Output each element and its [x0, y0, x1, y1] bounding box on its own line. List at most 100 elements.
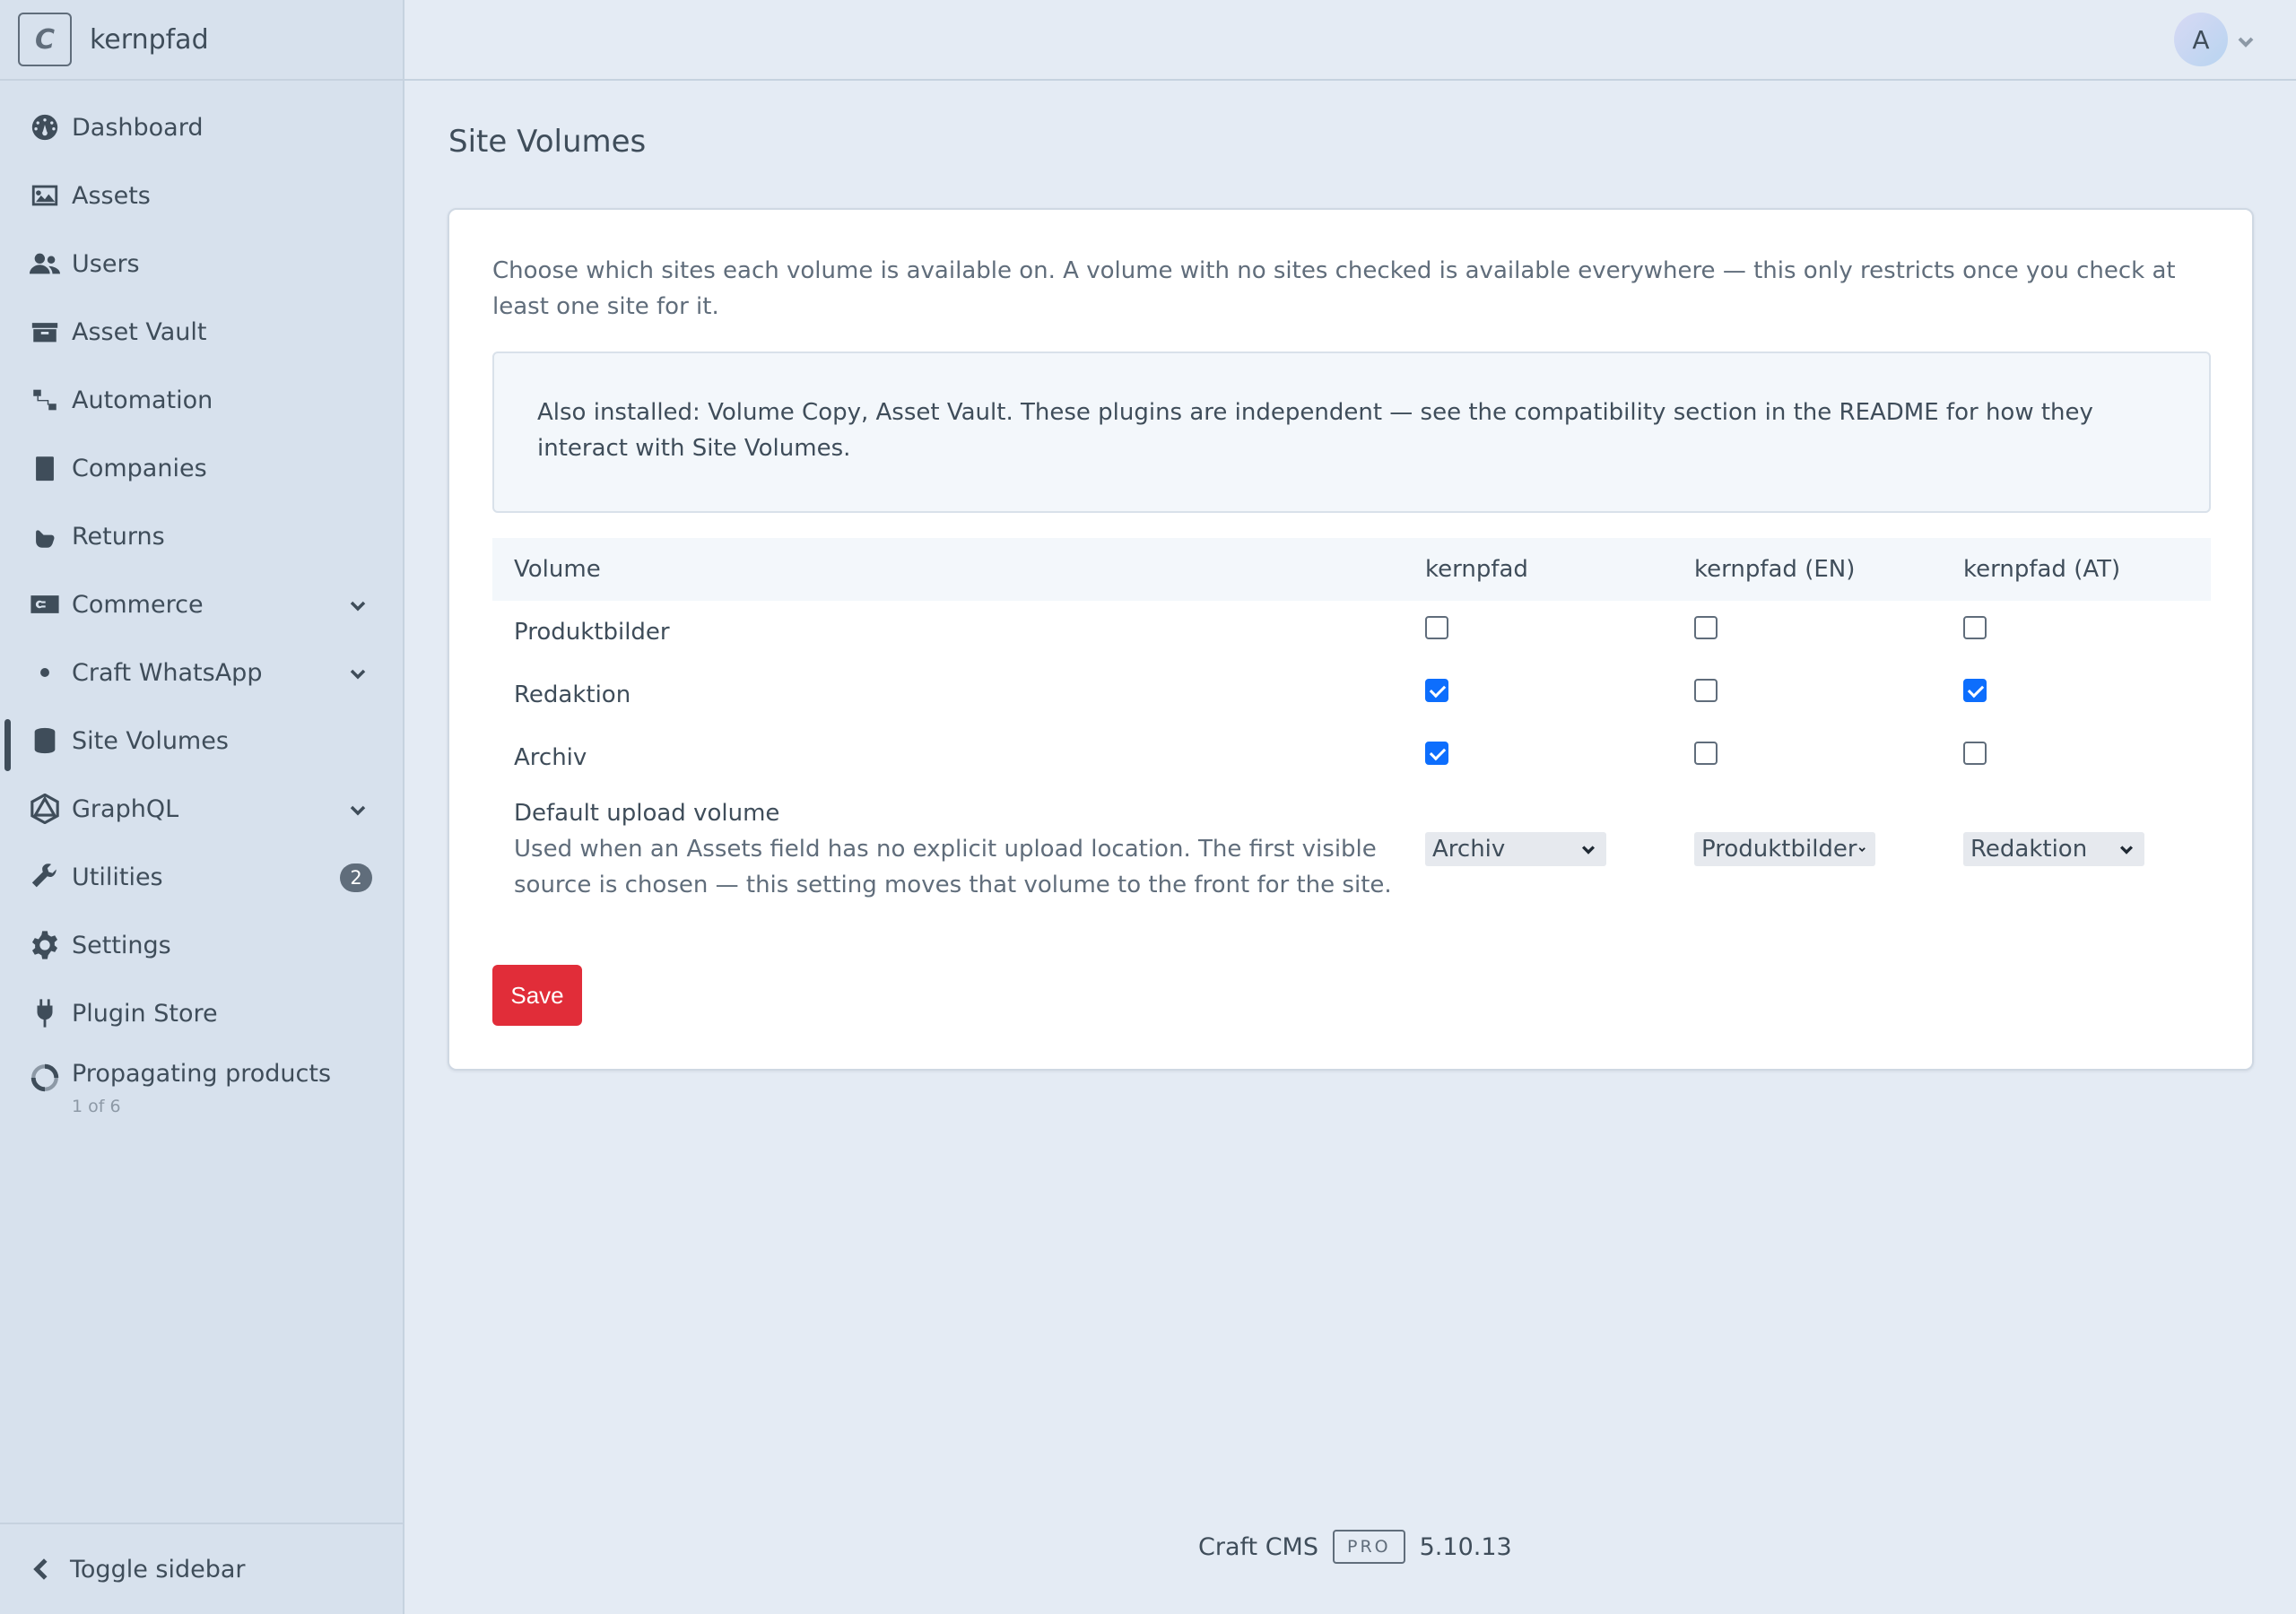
- upload-volume-select[interactable]: Produktbilder: [1694, 832, 1875, 866]
- select-value: Archiv: [1432, 836, 1506, 863]
- sidebar: C kernpfad Dashboard Assets Users Asset …: [0, 0, 404, 1614]
- default-upload-row: Default upload volume Used when an Asset…: [492, 789, 2211, 909]
- save-button[interactable]: Save: [492, 965, 582, 1026]
- chevron-down-icon: [1858, 847, 1866, 852]
- chevron-down-icon[interactable]: [347, 799, 369, 820]
- plug-icon: [29, 997, 61, 1029]
- default-upload-label: Default upload volume: [514, 800, 780, 827]
- version-number: 5.10.13: [1419, 1532, 1512, 1561]
- sidebar-item-assets[interactable]: Assets: [0, 161, 403, 230]
- chevron-down-icon[interactable]: [347, 663, 369, 684]
- job-progress-text: 1 of 6: [72, 1097, 121, 1116]
- chevron-left-icon: [33, 1558, 48, 1580]
- table-row: Redaktion: [492, 664, 2211, 726]
- site-checkbox[interactable]: [1694, 678, 1718, 702]
- sidebar-item-dashboard[interactable]: Dashboard: [0, 93, 403, 161]
- default-upload-description: Used when an Assets field has no explici…: [514, 836, 1392, 898]
- site-logo[interactable]: C: [18, 13, 72, 66]
- users-icon: [29, 247, 61, 280]
- job-title: Propagating products: [72, 1060, 332, 1088]
- database-icon: [29, 725, 61, 757]
- sidebar-item-craft-whatsapp[interactable]: Craft WhatsApp: [0, 638, 403, 707]
- table-header-row: Volume kernpfad kernpfad (EN) kernpfad (…: [492, 538, 2211, 601]
- sidebar-item-graphql[interactable]: GraphQL: [0, 775, 403, 843]
- sidebar-item-label: Asset Vault: [72, 317, 207, 346]
- site-checkbox[interactable]: [1963, 678, 1987, 702]
- sidebar-item-automation[interactable]: Automation: [0, 366, 403, 434]
- workflow-icon: [29, 384, 61, 416]
- upload-volume-select[interactable]: Archiv: [1425, 832, 1606, 866]
- image-icon: [29, 179, 61, 212]
- site-checkbox[interactable]: [1425, 741, 1448, 765]
- gear-icon: [29, 929, 61, 961]
- building-icon: [29, 452, 61, 484]
- toggle-sidebar-label: Toggle sidebar: [70, 1555, 246, 1584]
- sidebar-item-commerce[interactable]: Commerce: [0, 570, 403, 638]
- wrench-icon: [29, 861, 61, 893]
- edition-badge: PRO: [1333, 1530, 1405, 1564]
- chevron-down-icon: [1581, 846, 1596, 855]
- site-checkbox[interactable]: [1694, 741, 1718, 765]
- site-checkbox[interactable]: [1963, 741, 1987, 765]
- page-title: Site Volumes: [448, 124, 647, 160]
- sidebar-item-plugin-store[interactable]: Plugin Store: [0, 979, 403, 1047]
- commerce-icon: [29, 588, 61, 620]
- archive-icon: [29, 316, 61, 348]
- intro-text: Choose which sites each volume is availa…: [492, 257, 2176, 320]
- plugin-notice: Also installed: Volume Copy, Asset Vault…: [492, 351, 2211, 513]
- sidebar-item-label: Plugin Store: [72, 999, 218, 1028]
- sidebar-item-label: Assets: [72, 181, 151, 210]
- table-row: Produktbilder: [492, 601, 2211, 664]
- sidebar-item-settings[interactable]: Settings: [0, 911, 403, 979]
- sidebar-nav: Dashboard Assets Users Asset Vault Autom…: [0, 81, 403, 1133]
- select-value: Redaktion: [1970, 836, 2088, 863]
- chevron-down-icon[interactable]: [2235, 30, 2257, 52]
- sidebar-item-label: GraphQL: [72, 794, 179, 823]
- volume-name: Produktbilder: [514, 619, 670, 646]
- site-name[interactable]: kernpfad: [90, 24, 209, 56]
- site-checkbox[interactable]: [1425, 615, 1448, 639]
- hand-icon: [29, 520, 61, 552]
- site-checkbox[interactable]: [1963, 615, 1987, 639]
- settings-card: Choose which sites each volume is availa…: [448, 208, 2254, 1071]
- column-header-volume: Volume: [492, 538, 1404, 601]
- sidebar-header: C kernpfad: [0, 0, 403, 81]
- sidebar-item-companies[interactable]: Companies: [0, 434, 403, 502]
- volume-site-table: Volume kernpfad kernpfad (EN) kernpfad (…: [492, 538, 2211, 909]
- user-avatar[interactable]: A: [2174, 13, 2228, 66]
- column-header-site: kernpfad: [1404, 538, 1673, 601]
- spinner-icon: [29, 1062, 61, 1094]
- column-header-site: kernpfad (AT): [1942, 538, 2211, 601]
- utilities-count-badge: 2: [340, 863, 372, 892]
- app-footer: Craft CMS PRO 5.10.13: [1198, 1530, 1512, 1564]
- site-checkbox[interactable]: [1694, 615, 1718, 639]
- sidebar-item-label: Settings: [72, 931, 171, 959]
- table-row: Archiv: [492, 726, 2211, 789]
- sidebar-item-label: Automation: [72, 386, 213, 414]
- sidebar-item-label: Commerce: [72, 590, 204, 619]
- chevron-down-icon[interactable]: [347, 594, 369, 616]
- volume-name: Redaktion: [514, 681, 631, 708]
- select-value: Produktbilder: [1701, 836, 1857, 863]
- sidebar-item-returns[interactable]: Returns: [0, 502, 403, 570]
- sidebar-item-label: Utilities: [72, 863, 163, 891]
- sidebar-item-label: Site Volumes: [72, 726, 229, 755]
- dot-icon: [29, 656, 61, 689]
- site-checkbox[interactable]: [1425, 678, 1448, 702]
- volume-name: Archiv: [514, 744, 587, 771]
- product-name: Craft CMS: [1198, 1532, 1318, 1561]
- sidebar-item-users[interactable]: Users: [0, 230, 403, 298]
- job-progress[interactable]: Propagating products 1 of 6: [0, 1047, 403, 1133]
- graphql-icon: [29, 793, 61, 825]
- sidebar-item-utilities[interactable]: Utilities 2: [0, 843, 403, 911]
- upload-volume-select[interactable]: Redaktion: [1963, 832, 2144, 866]
- sidebar-item-site-volumes[interactable]: Site Volumes: [0, 707, 403, 775]
- sidebar-item-asset-vault[interactable]: Asset Vault: [0, 298, 403, 366]
- gauge-icon: [29, 111, 61, 143]
- sidebar-item-label: Users: [72, 249, 140, 278]
- top-bar: A: [404, 0, 2296, 81]
- sidebar-item-label: Returns: [72, 522, 165, 551]
- column-header-site: kernpfad (EN): [1673, 538, 1942, 601]
- chevron-down-icon: [2119, 846, 2134, 855]
- toggle-sidebar-button[interactable]: Toggle sidebar: [0, 1523, 404, 1614]
